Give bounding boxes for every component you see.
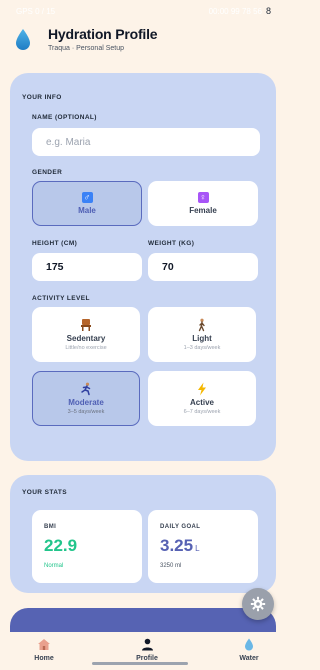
lightning-icon	[198, 382, 206, 396]
activity-active-label: Active	[189, 398, 214, 407]
nav-profile-label: Profile	[136, 655, 158, 662]
status-left: GPS 0 / 15	[16, 6, 56, 16]
activity-moderate-desc: 3–5 days/week	[67, 409, 105, 415]
bmi-category: Normal	[44, 563, 64, 569]
bmi-label: BMI	[44, 524, 57, 530]
activity-moderate-label: Moderate	[68, 398, 104, 407]
activity-active-button[interactable]: Active 6–7 days/week	[148, 371, 256, 426]
status-right: 00:00 99 78 56	[208, 6, 262, 16]
gender-male-label: Male	[78, 206, 96, 215]
status-tail: 8	[265, 6, 271, 16]
nav-water-label: Water	[239, 655, 259, 662]
your-info-title: YOUR INFO	[22, 94, 62, 101]
daily-goal-value: 3.25	[160, 536, 194, 555]
activity-moderate-button[interactable]: Moderate 3–5 days/week	[32, 371, 140, 426]
daily-goal-label: DAILY GOAL	[160, 524, 201, 530]
height-input[interactable]: 175	[32, 253, 142, 281]
running-icon	[81, 382, 91, 396]
app-header: Hydration Profile Traqua · Personal Setu…	[0, 22, 279, 62]
activity-sedentary-button[interactable]: Sedentary Little/no exercise	[32, 307, 140, 362]
activity-light-desc: 1–3 days/week	[183, 345, 221, 351]
male-symbol-icon: ♂	[81, 192, 93, 203]
weight-label: WEIGHT (KG)	[148, 240, 195, 247]
status-bar: GPS 0 / 15 00:00 99 78 56 8	[0, 0, 279, 22]
your-stats-title: YOUR STATS	[22, 489, 67, 496]
page-subtitle: Traqua · Personal Setup	[48, 45, 125, 52]
name-input[interactable]	[32, 128, 260, 156]
chair-icon	[81, 319, 91, 331]
activity-light-button[interactable]: Light 1–3 days/week	[148, 307, 256, 362]
height-label: HEIGHT (CM)	[32, 240, 78, 247]
daily-goal-value-row: 3.25 L	[160, 536, 200, 556]
daily-goal-stat-card: DAILY GOAL 3.25 L 3250 ml	[148, 510, 258, 583]
gender-female-button[interactable]: ♀ Female	[148, 181, 258, 226]
water-drop-logo-icon	[16, 29, 30, 50]
gender-label: GENDER	[32, 169, 63, 176]
activity-light-label: Light	[192, 334, 212, 343]
gear-icon	[250, 596, 266, 612]
activity-level-label: ACTIVITY LEVEL	[32, 295, 90, 302]
home-icon	[38, 639, 50, 650]
weight-input[interactable]: 70	[148, 253, 258, 281]
activity-sedentary-label: Sedentary	[66, 334, 106, 343]
activity-active-desc: 6–7 days/week	[183, 409, 221, 415]
activity-sedentary-desc: Little/no exercise	[65, 345, 107, 351]
bmi-value: 22.9	[44, 536, 78, 555]
settings-button[interactable]	[242, 588, 274, 620]
bmi-stat-card: BMI 22.9 Normal	[32, 510, 142, 583]
home-indicator[interactable]	[92, 662, 188, 665]
daily-goal-unit: L	[195, 544, 200, 553]
walking-icon	[198, 318, 205, 332]
nav-home[interactable]: Home	[14, 638, 74, 662]
page-title: Hydration Profile	[48, 26, 158, 42]
daily-goal-ml: 3250 ml	[160, 563, 182, 569]
name-label: NAME (OPTIONAL)	[32, 114, 97, 121]
gender-male-button[interactable]: ♂ Male	[32, 181, 142, 226]
nav-profile[interactable]: Profile	[117, 638, 177, 662]
gender-female-label: Female	[189, 206, 217, 215]
female-symbol-icon: ♀	[197, 192, 209, 203]
nav-water[interactable]: Water	[219, 638, 279, 662]
person-icon	[141, 638, 153, 651]
nav-home-label: Home	[34, 655, 54, 662]
water-drop-icon	[245, 638, 253, 651]
status-right-group: 00:00 99 78 56 8	[209, 6, 271, 16]
